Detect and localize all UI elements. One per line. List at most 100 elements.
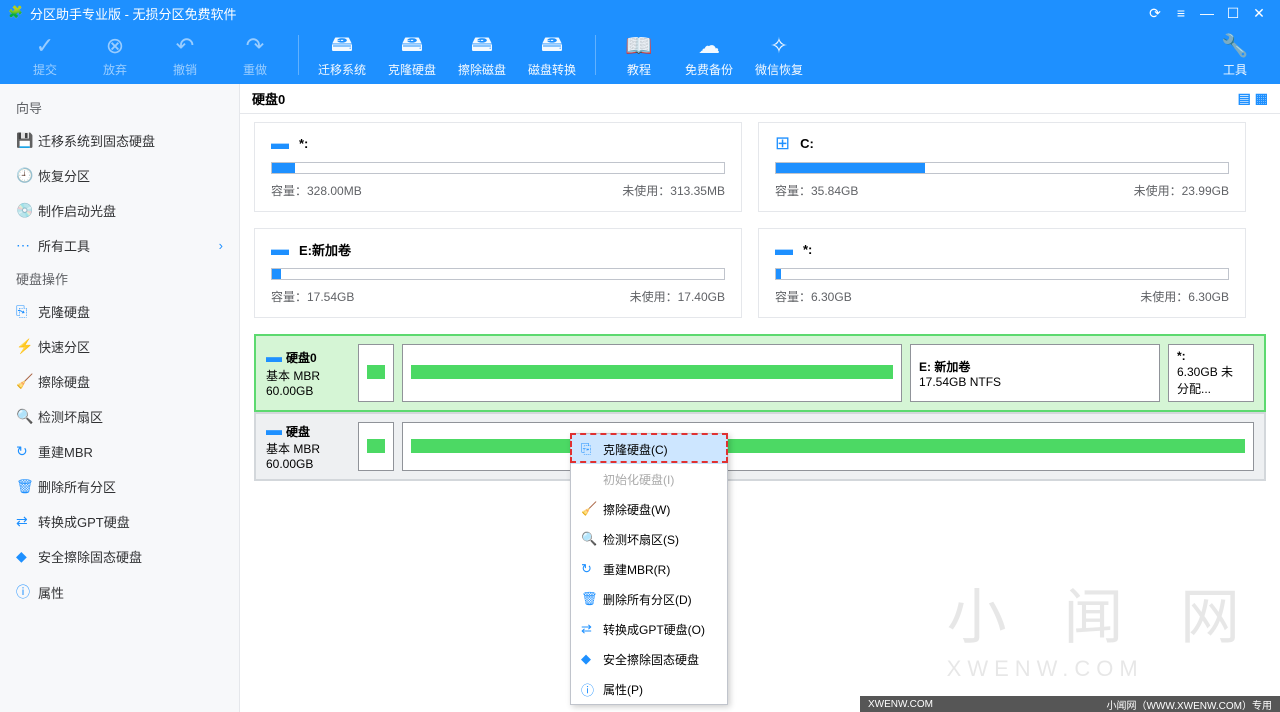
wipe-icon: 🖴	[471, 33, 493, 59]
discard-button[interactable]: ⊗放弃	[80, 33, 150, 78]
sidebar-item[interactable]: 🕘恢复分区	[0, 158, 239, 193]
disk-icon: ▬	[266, 422, 282, 440]
context-menu-item[interactable]: ⇄转换成GPT硬盘(O)	[571, 614, 727, 644]
capacity-label: 容量：6.30GB	[775, 288, 852, 305]
separator	[298, 35, 299, 75]
convert-button[interactable]: 🖴磁盘转换	[517, 33, 587, 78]
sidebar-item[interactable]: 🔍检测坏扇区	[0, 399, 239, 434]
context-menu-item[interactable]: ⎘克隆硬盘(C)	[571, 434, 727, 464]
disk-bars: ▬硬盘0 基本 MBR60.00GBE: 新加卷17.54GB NTFS*:6.…	[240, 326, 1280, 481]
clone-button[interactable]: 🖴克隆硬盘	[377, 33, 447, 78]
tutorial-button[interactable]: 📖教程	[604, 33, 674, 78]
menu-icon[interactable]: ≡	[1168, 5, 1194, 21]
sidebar-item[interactable]: ⚡快速分区	[0, 329, 239, 364]
sidebar-wizard-header: 向导	[0, 92, 239, 123]
disk-bar[interactable]: ▬硬盘 基本 MBR60.00GB	[254, 412, 1266, 481]
sidebar-item-label: 恢复分区	[38, 166, 90, 185]
wipe-button[interactable]: 🖴擦除磁盘	[447, 33, 517, 78]
partition-card[interactable]: ⊞C: 容量：35.84GB未使用：23.99GB	[758, 122, 1246, 212]
undo-button[interactable]: ↶撤销	[150, 33, 220, 78]
sidebar-icon: 🔍	[16, 408, 38, 425]
sidebar-item[interactable]: ⓘ属性	[0, 574, 239, 610]
sidebar-icon: 🕘	[16, 167, 38, 184]
partition-segment[interactable]	[402, 344, 902, 402]
sidebar-item[interactable]: ⇄转换成GPT硬盘	[0, 504, 239, 539]
sidebar-item[interactable]: 💿制作启动光盘	[0, 193, 239, 228]
convert-icon: 🖴	[541, 33, 563, 59]
separator	[595, 35, 596, 75]
menu-item-label: 擦除硬盘(W)	[603, 501, 670, 518]
free-label: 未使用：313.35MB	[622, 182, 725, 199]
sidebar-item[interactable]: 💾迁移系统到固态硬盘	[0, 123, 239, 158]
migrate-button[interactable]: 🖴迁移系统	[307, 33, 377, 78]
partition-segment[interactable]: *:6.30GB 未分配...	[1168, 344, 1254, 402]
sidebar-icon: ↻	[16, 443, 38, 460]
capacity-label: 容量：17.54GB	[271, 288, 354, 305]
sidebar-icon: ⓘ	[16, 582, 38, 602]
partition-segment[interactable]	[402, 422, 1254, 471]
partition-cards: ▬*: 容量：328.00MB未使用：313.35MB⊞C: 容量：35.84G…	[240, 114, 1280, 326]
watermark-bar: XWENW.COM 小闻网（WWW.XWENW.COM）专用	[860, 696, 1280, 712]
refresh-icon[interactable]: ⟳	[1142, 5, 1168, 22]
context-menu-item[interactable]: 🗑删除所有分区(D)	[571, 584, 727, 614]
backup-button[interactable]: ☁免费备份	[674, 33, 744, 78]
context-menu-item[interactable]: ◆安全擦除固态硬盘	[571, 644, 727, 674]
titlebar: 🧩 分区助手专业版 - 无损分区免费软件 ⟳ ≡ — ☐ ✕	[0, 0, 1280, 26]
view-switch-icon[interactable]: ▤ ▦	[1238, 90, 1268, 107]
partition-segment[interactable]	[358, 344, 394, 402]
sidebar-icon: 🗑	[16, 478, 38, 495]
sidebar-item-label: 快速分区	[38, 337, 90, 356]
disk-bar[interactable]: ▬硬盘0 基本 MBR60.00GBE: 新加卷17.54GB NTFS*:6.…	[254, 334, 1266, 412]
tools-button[interactable]: 🔧工具	[1200, 33, 1270, 78]
book-icon: 📖	[625, 33, 652, 59]
maximize-icon[interactable]: ☐	[1220, 5, 1246, 22]
context-menu-item[interactable]: 🧹擦除硬盘(W)	[571, 494, 727, 524]
partition-card[interactable]: ▬E:新加卷 容量：17.54GB未使用：17.40GB	[254, 228, 742, 318]
menu-item-label: 检测坏扇区(S)	[603, 531, 679, 548]
free-label: 未使用：23.99GB	[1134, 182, 1229, 199]
context-menu-item[interactable]: ↻重建MBR(R)	[571, 554, 727, 584]
menu-item-icon: ◆	[581, 651, 603, 667]
sidebar: 向导 💾迁移系统到固态硬盘🕘恢复分区💿制作启动光盘⋯所有工具› 硬盘操作 ⎘克隆…	[0, 84, 240, 712]
sidebar-icon: 🧹	[16, 373, 38, 390]
minimize-icon[interactable]: —	[1194, 5, 1220, 21]
partition-segment[interactable]	[358, 422, 394, 471]
commit-button[interactable]: ✓提交	[10, 33, 80, 78]
sidebar-icon: ⎘	[16, 303, 38, 320]
sidebar-icon: 💾	[16, 132, 38, 149]
usage-bar	[271, 268, 725, 280]
sidebar-ops-header: 硬盘操作	[0, 263, 239, 294]
partition-segment[interactable]: E: 新加卷17.54GB NTFS	[910, 344, 1160, 402]
wechat-icon: ✧	[770, 33, 788, 59]
menu-item-label: 重建MBR(R)	[603, 561, 670, 578]
sidebar-item[interactable]: ⋯所有工具›	[0, 228, 239, 263]
app-logo-icon: 🧩	[8, 5, 24, 21]
disk-header-label: 硬盘0	[252, 89, 285, 108]
sidebar-item[interactable]: ↻重建MBR	[0, 434, 239, 469]
wechat-button[interactable]: ✧微信恢复	[744, 33, 814, 78]
partition-card[interactable]: ▬*: 容量：6.30GB未使用：6.30GB	[758, 228, 1246, 318]
sidebar-item[interactable]: ⎘克隆硬盘	[0, 294, 239, 329]
menu-item-label: 初始化硬盘(I)	[603, 471, 674, 488]
usage-bar	[775, 162, 1229, 174]
sidebar-item-label: 重建MBR	[38, 442, 93, 461]
drive-name: C:	[800, 136, 814, 151]
redo-button[interactable]: ↷重做	[220, 33, 290, 78]
sidebar-item-label: 检测坏扇区	[38, 407, 103, 426]
context-menu-item[interactable]: ⓘ属性(P)	[571, 674, 727, 704]
context-menu-item[interactable]: 🔍检测坏扇区(S)	[571, 524, 727, 554]
sidebar-item[interactable]: 🧹擦除硬盘	[0, 364, 239, 399]
partition-card[interactable]: ▬*: 容量：328.00MB未使用：313.35MB	[254, 122, 742, 212]
sidebar-item[interactable]: 🗑删除所有分区	[0, 469, 239, 504]
close-icon[interactable]: ✕	[1246, 5, 1272, 22]
context-menu-item: 初始化硬盘(I)	[571, 464, 727, 494]
drive-name: E:新加卷	[299, 240, 351, 259]
wrench-icon: 🔧	[1221, 33, 1248, 59]
sidebar-item-label: 擦除硬盘	[38, 372, 90, 391]
sidebar-item[interactable]: ◆安全擦除固态硬盘	[0, 539, 239, 574]
content-header: 硬盘0 ▤ ▦	[240, 84, 1280, 114]
sidebar-icon: ⚡	[16, 338, 38, 355]
menu-item-label: 属性(P)	[603, 681, 643, 698]
partition-name: E: 新加卷	[919, 358, 1151, 375]
sidebar-icon: ⋯	[16, 237, 38, 254]
